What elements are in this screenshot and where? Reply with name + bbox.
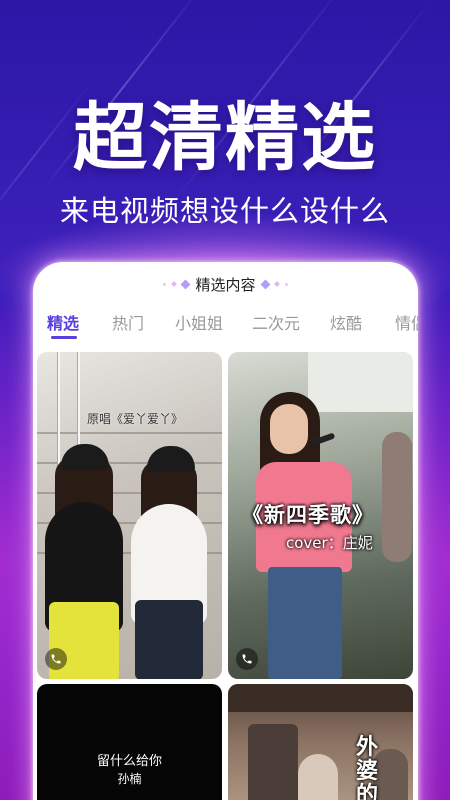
decor-diamond-icon — [273, 281, 280, 287]
tab-couples[interactable]: 情侣 — [395, 310, 418, 334]
song-cover-credit: cover：庄妮 — [286, 534, 373, 552]
card-title: 精选内容 — [195, 275, 256, 294]
decor-dot-icon — [163, 282, 167, 286]
lyric-artist: 孙楠 — [117, 772, 142, 786]
phone-icon — [45, 648, 67, 670]
decor-diamond-icon — [260, 279, 270, 289]
decor-diamond-icon — [171, 281, 178, 287]
video-caption: 原唱《爱丫爱丫》 — [87, 412, 184, 426]
video-thumbnail[interactable]: 原唱《爱丫爱丫》 — [37, 352, 222, 679]
video-thumbnail[interactable]: 《新四季歌》 cover：庄妮 — [228, 352, 413, 679]
active-tab-indicator — [51, 336, 77, 339]
lyric-line: 留什么给你 — [96, 754, 162, 769]
video-thumbnail[interactable]: 外婆的 — [228, 684, 413, 800]
phone-frame: 精选内容 精选 热门 小姐姐 二次元 炫酷 情侣 原唱《爱丫爱丫》 — [33, 262, 418, 800]
tab-young-ladies[interactable]: 小姐姐 — [175, 310, 223, 334]
tab-featured[interactable]: 精选 — [47, 310, 79, 334]
tab-cool[interactable]: 炫酷 — [330, 310, 362, 334]
tab-hot[interactable]: 热门 — [112, 310, 144, 334]
decor-dot-icon — [284, 282, 288, 286]
card-header: 精选内容 — [33, 272, 418, 296]
category-tabs: 精选 热门 小姐姐 二次元 炫酷 情侣 — [33, 306, 418, 340]
subheadline: 来电视频想设什么设什么 — [59, 194, 390, 228]
video-side-text: 外婆的 — [356, 735, 379, 800]
song-title: 《新四季歌》 — [242, 503, 374, 527]
decor-diamond-icon — [181, 279, 191, 289]
headline: 超清精选 — [73, 95, 377, 181]
tab-anime[interactable]: 二次元 — [252, 310, 300, 334]
video-thumbnail[interactable]: 留什么给你 孙楠 — [37, 684, 222, 800]
phone-icon — [236, 648, 258, 670]
